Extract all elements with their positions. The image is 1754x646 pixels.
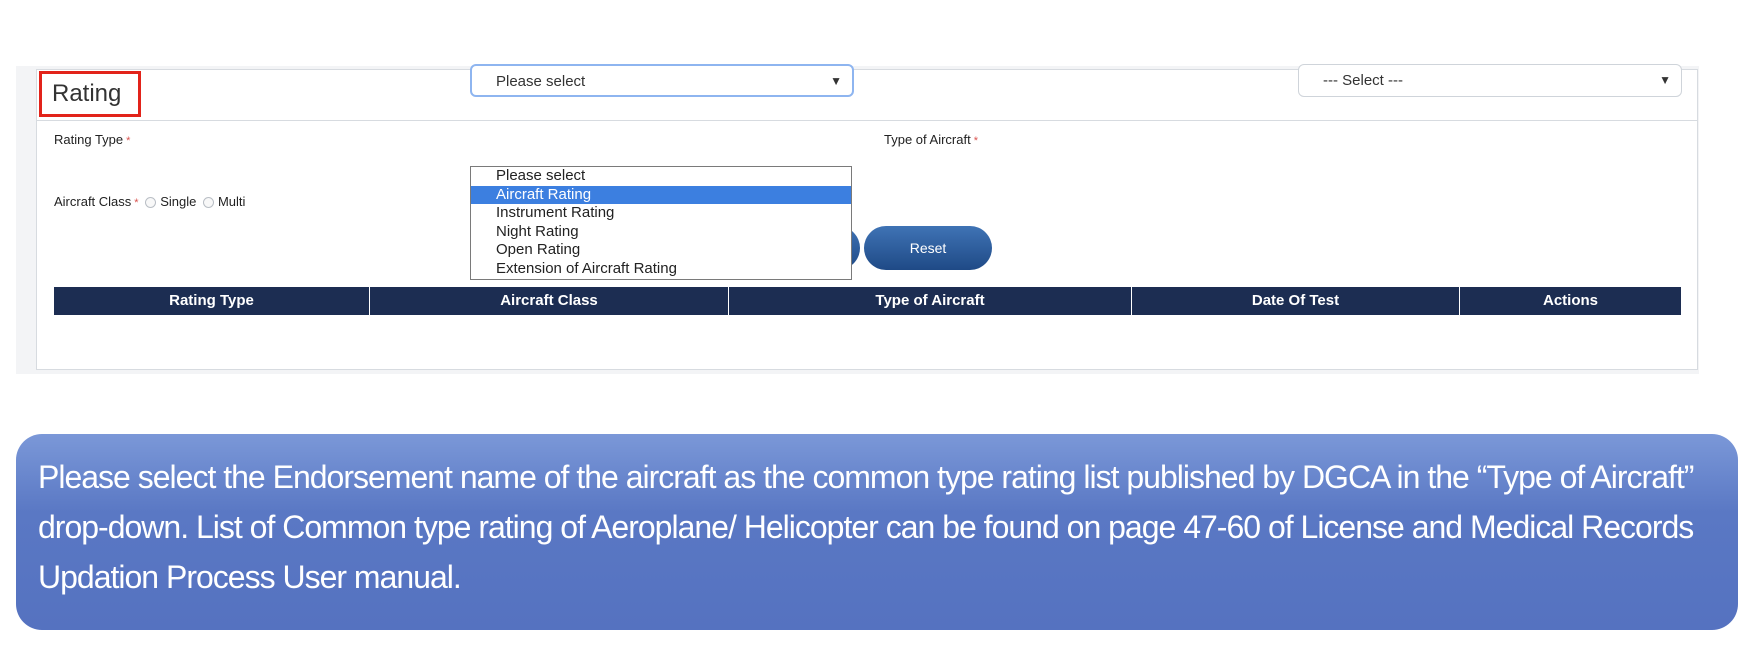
dropdown-option[interactable]: Open Rating (471, 241, 851, 260)
rating-type-select[interactable]: Please select ▼ (470, 64, 854, 97)
required-marker: * (134, 197, 139, 209)
type-of-aircraft-select[interactable]: --- Select --- ▼ (1298, 64, 1682, 97)
aircraft-class-label: Aircraft Class (54, 194, 132, 209)
dropdown-option[interactable]: Instrument Rating (471, 204, 851, 223)
section-title: Rating (39, 71, 141, 117)
required-marker: * (973, 135, 978, 147)
rating-type-label: Rating Type * (54, 132, 130, 147)
multi-radio[interactable] (202, 197, 214, 209)
dropdown-option[interactable]: Extension of Aircraft Rating (471, 260, 851, 279)
single-radio[interactable] (145, 197, 157, 209)
required-marker: * (126, 135, 131, 147)
rating-card: Rating (16, 66, 1699, 374)
column-header-aircraft-class: Aircraft Class (370, 287, 729, 315)
multi-radio-label[interactable]: Multi (218, 194, 245, 209)
type-of-aircraft-label: Type of Aircraft * (884, 132, 978, 147)
rating-type-label-text: Rating Type (54, 132, 124, 147)
instruction-note: Please select the Endorsement name of th… (16, 434, 1738, 630)
caret-down-icon: ▼ (830, 74, 842, 88)
type-of-aircraft-label-text: Type of Aircraft (884, 132, 971, 147)
column-header-date-of-test: Date Of Test (1132, 287, 1460, 315)
column-header-actions: Actions (1542, 292, 1598, 309)
ratings-table-header: Rating Type Aircraft Class Type of Aircr… (54, 287, 1681, 315)
reset-button[interactable]: Reset (864, 226, 992, 270)
column-header-type-of-aircraft: Type of Aircraft (729, 287, 1132, 315)
dropdown-option[interactable]: Please select (471, 167, 851, 186)
rating-type-select-value: Please select (496, 73, 586, 90)
rating-panel: Rating (36, 69, 1698, 370)
column-header-rating-type: Rating Type (54, 287, 370, 315)
aircraft-class-group: Aircraft Class * Single Multi (54, 194, 245, 209)
caret-down-icon: ▼ (1659, 73, 1671, 87)
dropdown-option-highlighted[interactable]: Aircraft Rating (471, 185, 851, 204)
type-of-aircraft-select-value: --- Select --- (1323, 72, 1403, 89)
instruction-note-text: Please select the Endorsement name of th… (38, 459, 1694, 595)
single-radio-label[interactable]: Single (160, 194, 196, 209)
dropdown-option[interactable]: Night Rating (471, 223, 851, 242)
rating-type-dropdown-list: Please select Aircraft Rating Instrument… (470, 166, 852, 280)
